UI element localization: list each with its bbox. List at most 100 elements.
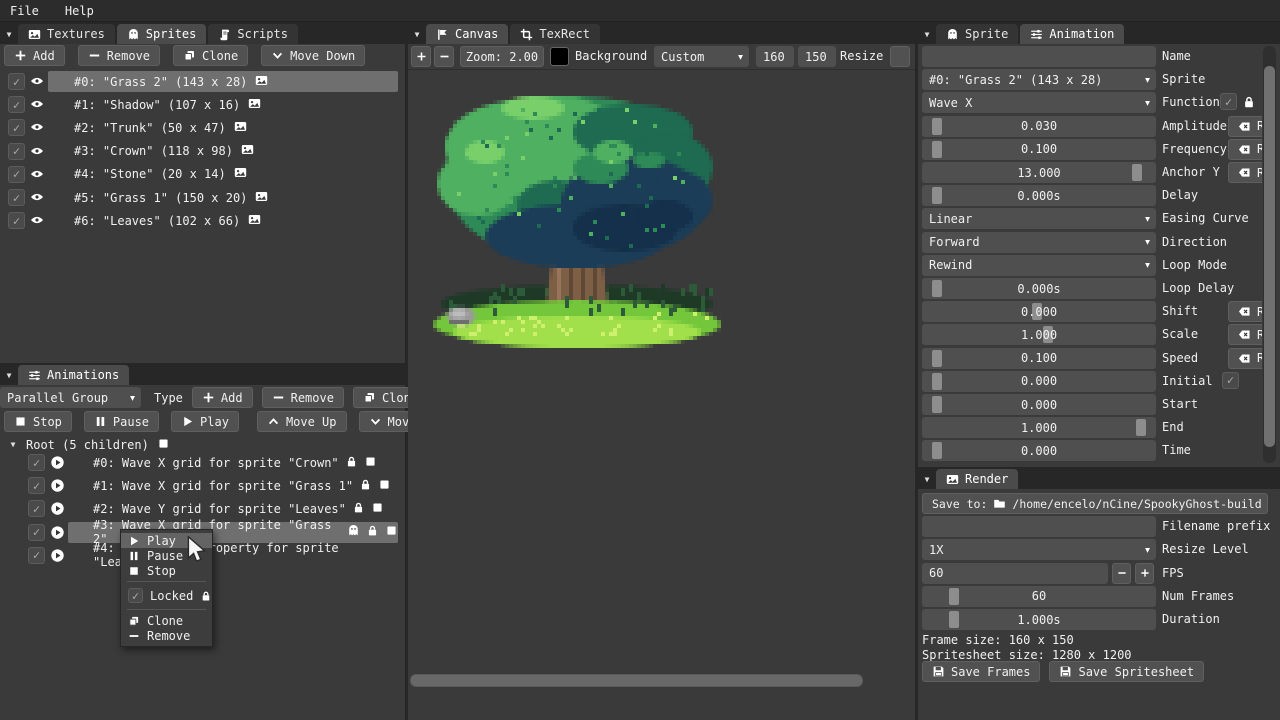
- direction-select[interactable]: Forward▼: [922, 232, 1156, 253]
- fps-input[interactable]: 60: [922, 563, 1108, 584]
- tab-texrect[interactable]: TexRect: [510, 24, 600, 44]
- eye-icon[interactable]: [30, 213, 44, 227]
- loop-mode-select[interactable]: Rewind▼: [922, 255, 1156, 276]
- filename-prefix-input[interactable]: [922, 516, 1156, 537]
- canvas-horizontal-scrollbar[interactable]: [410, 674, 863, 687]
- animation-enabled-checkbox[interactable]: ✓: [28, 500, 45, 517]
- eye-icon[interactable]: [30, 144, 44, 158]
- inspector-scrollbar-thumb[interactable]: [1264, 66, 1275, 447]
- loop-delay-slider[interactable]: 0.000s: [922, 278, 1156, 299]
- canvas-height-input[interactable]: 150: [798, 46, 836, 67]
- locked-checkbox[interactable]: ✓: [128, 588, 143, 603]
- menu-file[interactable]: File: [10, 4, 39, 18]
- play-circle-icon[interactable]: [50, 501, 65, 516]
- add-animation-button[interactable]: Add: [192, 387, 253, 408]
- sprite-visible-checkbox[interactable]: ✓: [8, 96, 25, 113]
- initial-slider[interactable]: 0.000: [922, 371, 1156, 392]
- eye-icon[interactable]: [30, 120, 44, 134]
- frequency-slider[interactable]: 0.100: [922, 139, 1156, 160]
- time-slider[interactable]: 0.000: [922, 440, 1156, 461]
- function-locked-checkbox[interactable]: ✓: [1220, 93, 1237, 110]
- sprite-select[interactable]: #0: "Grass 2" (143 x 28)▼: [922, 69, 1156, 90]
- animation-enabled-checkbox[interactable]: ✓: [28, 524, 45, 541]
- sprite-row-1[interactable]: #1: "Shadow" (107 x 16): [48, 94, 398, 115]
- tab-sprites[interactable]: Sprites: [117, 24, 207, 44]
- scale-slider[interactable]: 1.000: [922, 324, 1156, 345]
- reset-button[interactable]: Reset: [1228, 162, 1262, 183]
- zoom-out-button[interactable]: [434, 46, 454, 67]
- canvas-collapse-arrow[interactable]: ▼: [408, 24, 426, 44]
- reset-button[interactable]: Reset: [1228, 301, 1262, 322]
- move-down-button[interactable]: Move Down: [261, 45, 365, 66]
- tab-render[interactable]: Render: [936, 469, 1018, 489]
- sprite-visible-checkbox[interactable]: ✓: [8, 189, 25, 206]
- clone-sprite-button[interactable]: Clone: [173, 45, 248, 66]
- num-frames-slider[interactable]: 60: [922, 586, 1156, 607]
- animation-enabled-checkbox[interactable]: ✓: [28, 454, 45, 471]
- pause-all-button[interactable]: Pause: [84, 411, 159, 432]
- context-menu-clone[interactable]: Clone: [121, 613, 212, 628]
- sprite-visible-checkbox[interactable]: ✓: [8, 212, 25, 229]
- resize-apply-button[interactable]: [890, 46, 910, 67]
- sprite-row-4[interactable]: #4: "Stone" (20 x 14): [48, 164, 398, 185]
- animation-row-0[interactable]: #0: Wave X grid for sprite "Crown": [68, 452, 398, 473]
- play-circle-icon[interactable]: [50, 548, 65, 563]
- animation-row-4[interactable]: #4: Position Y property for sprite "Leav…: [68, 545, 398, 566]
- sprite-row-3[interactable]: #3: "Crown" (118 x 98): [48, 141, 398, 162]
- animation-row-2[interactable]: #2: Wave Y grid for sprite "Leaves": [68, 498, 398, 519]
- eye-icon[interactable]: [30, 74, 44, 88]
- amplitude-slider[interactable]: 0.030: [922, 116, 1156, 137]
- context-menu-stop[interactable]: Stop: [121, 563, 212, 578]
- background-color-swatch[interactable]: [550, 47, 569, 66]
- animation-row-3[interactable]: #3: Wave X grid for sprite "Grass 2": [68, 522, 398, 543]
- reset-button[interactable]: Reset: [1228, 116, 1262, 137]
- animation-enabled-checkbox[interactable]: ✓: [28, 477, 45, 494]
- anchor-y-slider[interactable]: 13.000: [922, 162, 1156, 183]
- save-to-button[interactable]: Save to:/home/encelo/nCine/SpookyGhost-b…: [922, 493, 1268, 514]
- remove-sprite-button[interactable]: Remove: [78, 45, 160, 66]
- resize-level-select[interactable]: 1X▼: [922, 539, 1156, 560]
- delay-slider[interactable]: 0.000s: [922, 185, 1156, 206]
- canvas-scene-tree[interactable]: [425, 84, 729, 356]
- initial-value-checkbox[interactable]: ✓: [1222, 372, 1239, 389]
- save-spritesheet-button[interactable]: Save Spritesheet: [1049, 661, 1204, 682]
- start-slider[interactable]: 0.000: [922, 394, 1156, 415]
- reset-button[interactable]: Reset: [1228, 324, 1262, 345]
- context-menu-remove[interactable]: Remove: [121, 628, 212, 643]
- animations-collapse-arrow[interactable]: ▼: [0, 365, 18, 385]
- eye-icon[interactable]: [30, 97, 44, 111]
- sprite-visible-checkbox[interactable]: ✓: [8, 166, 25, 183]
- context-menu-locked[interactable]: ✓Locked: [121, 585, 212, 606]
- tab-textures[interactable]: Textures: [18, 24, 115, 44]
- sprite-row-2[interactable]: #2: "Trunk" (50 x 47): [48, 117, 398, 138]
- fps-increase-button[interactable]: [1135, 563, 1154, 584]
- play-circle-icon[interactable]: [50, 455, 65, 470]
- render-collapse-arrow[interactable]: ▼: [918, 469, 936, 489]
- sprite-row-5[interactable]: #5: "Grass 1" (150 x 20): [48, 187, 398, 208]
- animation-row-1[interactable]: #1: Wave X grid for sprite "Grass 1": [68, 475, 398, 496]
- function-select[interactable]: Wave X▼: [922, 92, 1156, 113]
- tab-canvas[interactable]: Canvas: [426, 24, 508, 44]
- add-sprite-button[interactable]: Add: [4, 45, 65, 66]
- animation-enabled-checkbox[interactable]: ✓: [28, 547, 45, 564]
- sprite-visible-checkbox[interactable]: ✓: [8, 73, 25, 90]
- play-all-button[interactable]: Play: [171, 411, 239, 432]
- sprite-visible-checkbox[interactable]: ✓: [8, 143, 25, 160]
- background-mode-select[interactable]: Custom▼: [654, 46, 749, 67]
- tab-animations[interactable]: Animations: [18, 365, 129, 385]
- name-input[interactable]: [922, 46, 1156, 67]
- reset-button[interactable]: Reset: [1228, 139, 1262, 160]
- remove-animation-button[interactable]: Remove: [262, 387, 344, 408]
- sprite-row-0[interactable]: #0: "Grass 2" (143 x 28): [48, 71, 398, 92]
- sprite-visible-checkbox[interactable]: ✓: [8, 119, 25, 136]
- zoom-level-button[interactable]: Zoom: 2.00: [460, 46, 544, 67]
- fps-decrease-button[interactable]: [1112, 563, 1131, 584]
- tab-scripts[interactable]: Scripts: [208, 24, 298, 44]
- menu-help[interactable]: Help: [65, 4, 94, 18]
- easing-curve-select[interactable]: Linear▼: [922, 208, 1156, 229]
- end-slider[interactable]: 1.000: [922, 417, 1156, 438]
- eye-icon[interactable]: [30, 190, 44, 204]
- reset-button[interactable]: Reset: [1228, 348, 1262, 369]
- canvas-width-input[interactable]: 160: [756, 46, 794, 67]
- play-circle-icon[interactable]: [50, 525, 65, 540]
